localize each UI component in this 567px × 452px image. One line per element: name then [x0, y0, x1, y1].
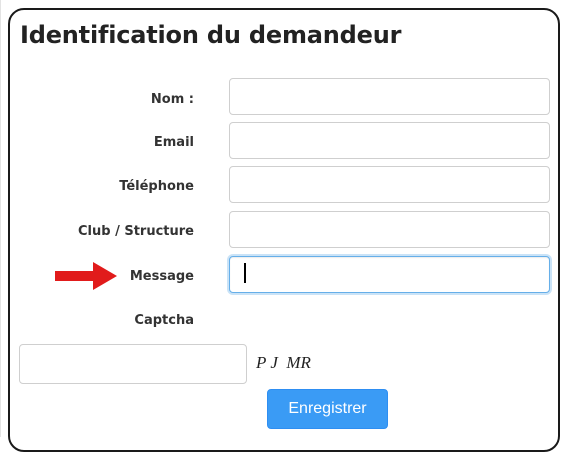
email-input[interactable] [229, 122, 550, 159]
club-structure-input[interactable] [229, 211, 550, 248]
text-caret [244, 263, 246, 283]
enregistrer-button[interactable]: Enregistrer [267, 389, 388, 429]
page-edge-line [0, 0, 1, 437]
red-arrow-icon [55, 262, 117, 290]
captcha-input[interactable] [19, 344, 247, 384]
telephone-input[interactable] [229, 166, 550, 203]
email-label: Email [153, 135, 194, 150]
club-structure-label: Club / Structure [77, 224, 194, 239]
telephone-label: Téléphone [119, 179, 194, 194]
captcha-label: Captcha [134, 313, 194, 328]
nom-label: Nom : [150, 92, 194, 107]
captcha-code: P J MR [256, 353, 311, 372]
nom-input[interactable] [229, 78, 550, 115]
form-title: Identification du demandeur [20, 21, 402, 49]
message-input[interactable] [229, 256, 550, 293]
message-label: Message [129, 269, 194, 284]
